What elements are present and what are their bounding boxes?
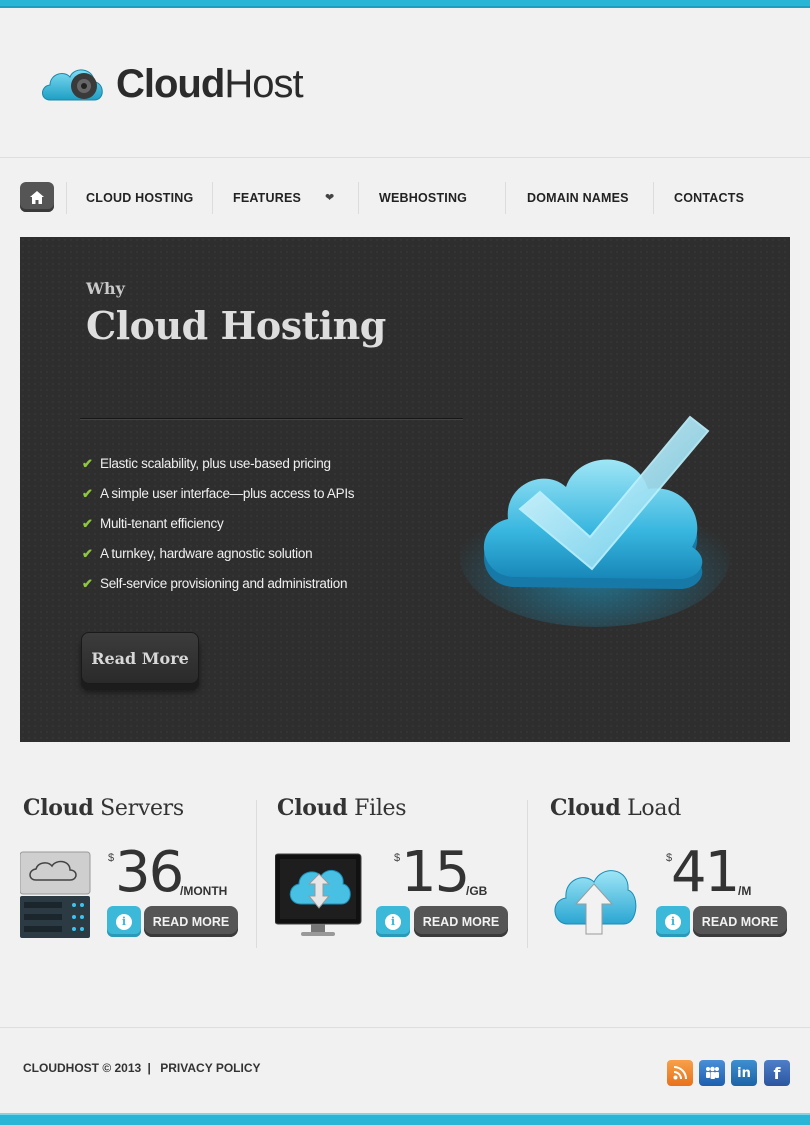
nav-item-webhosting[interactable]: WEBHOSTING — [379, 182, 467, 214]
server-icon — [19, 850, 92, 940]
service-title: Cloud Servers — [23, 795, 184, 821]
copyright: CLOUDHOST © 2013 — [23, 1061, 142, 1075]
footer-text: CLOUDHOST © 2013 | PRIVACY POLICY — [23, 1061, 261, 1075]
check-icon: ✔ — [82, 576, 93, 591]
home-button[interactable] — [20, 182, 54, 212]
linkedin-icon[interactable]: in — [731, 1060, 757, 1086]
feature-item: ✔ Multi-tenant efficiency — [82, 516, 224, 531]
price-value: 41 — [671, 840, 740, 905]
heart-icon[interactable]: ❤ — [325, 182, 334, 214]
info-button[interactable]: i — [376, 906, 410, 937]
feature-list: ✔ Elastic scalability, plus use-based pri… — [82, 456, 355, 606]
currency-symbol: $ — [108, 852, 115, 864]
nav-divider — [212, 182, 213, 214]
cloud-check-icon — [460, 397, 740, 627]
check-icon: ✔ — [82, 456, 93, 471]
info-icon: i — [665, 913, 681, 930]
hero-title: Cloud Hosting — [86, 303, 386, 348]
service-title: Cloud Files — [277, 795, 407, 821]
nav-item-contacts[interactable]: CONTACTS — [674, 182, 744, 214]
site-header: CloudHost — [0, 10, 810, 158]
info-icon: i — [116, 913, 132, 930]
check-icon: ✔ — [82, 486, 93, 501]
logo[interactable]: CloudHost — [38, 60, 304, 108]
nav-item-domain-names[interactable]: DOMAIN NAMES — [527, 182, 629, 214]
currency-symbol: $ — [394, 852, 401, 864]
service-title: Cloud Load — [550, 795, 681, 821]
service-divider — [256, 800, 257, 948]
service-cloud-files: Cloud Files $ 15 /GB i READ MORE — [274, 795, 517, 955]
check-icon: ✔ — [82, 546, 93, 561]
feature-item: ✔ Self-service provisioning and administr… — [82, 576, 348, 591]
hero-kicker: Why — [86, 279, 125, 298]
hero-banner: Why Cloud Hosting ✔ Elastic scalability, … — [20, 237, 790, 742]
nav-divider — [66, 182, 67, 214]
footer-separator: | — [147, 1061, 151, 1075]
nav-item-cloud-hosting[interactable]: CLOUD HOSTING — [86, 182, 193, 214]
bottom-accent-bar — [0, 1113, 810, 1125]
facebook-icon[interactable]: f — [764, 1060, 790, 1086]
read-more-button[interactable]: READ MORE — [693, 906, 787, 937]
price-value: 36 — [115, 840, 184, 905]
price-unit: /M — [738, 884, 752, 898]
rss-icon[interactable] — [667, 1060, 693, 1086]
nav-item-features[interactable]: FEATURES — [233, 182, 301, 214]
feature-item: ✔ Elastic scalability, plus use-based pri… — [82, 456, 331, 471]
price-unit: /MONTH — [180, 884, 228, 898]
top-accent-bar — [0, 0, 810, 8]
myspace-icon[interactable] — [699, 1060, 725, 1086]
nav-divider — [653, 182, 654, 214]
cloud-logo-icon — [38, 60, 110, 108]
info-button[interactable]: i — [656, 906, 690, 937]
home-icon — [30, 190, 44, 204]
read-more-button[interactable]: READ MORE — [414, 906, 508, 937]
price-unit: /GB — [466, 884, 488, 898]
read-more-button[interactable]: READ MORE — [144, 906, 238, 937]
hero-divider — [80, 418, 463, 419]
info-button[interactable]: i — [107, 906, 141, 937]
cloud-upload-icon — [550, 850, 638, 940]
feature-item: ✔ A turnkey, hardware agnostic solution — [82, 546, 313, 561]
logo-text: CloudHost — [116, 61, 304, 106]
nav-divider — [358, 182, 359, 214]
read-more-button[interactable]: Read More — [81, 632, 199, 684]
main-nav: CLOUD HOSTING FEATURES ❤ WEBHOSTING DOMA… — [20, 182, 790, 214]
service-cloud-load: Cloud Load $ 41 /M i READ MORE — [550, 795, 790, 955]
nav-divider — [505, 182, 506, 214]
footer-divider — [0, 1027, 810, 1028]
monitor-cloud-icon — [274, 850, 363, 940]
info-icon: i — [385, 913, 401, 930]
service-divider — [527, 800, 528, 948]
privacy-policy-link[interactable]: PRIVACY POLICY — [160, 1061, 260, 1075]
service-cloud-servers: Cloud Servers $ 36 /MONTH i READ MORE — [19, 795, 253, 955]
price-value: 15 — [401, 840, 470, 905]
feature-item: ✔ A simple user interface—plus access to … — [82, 486, 355, 501]
check-icon: ✔ — [82, 516, 93, 531]
